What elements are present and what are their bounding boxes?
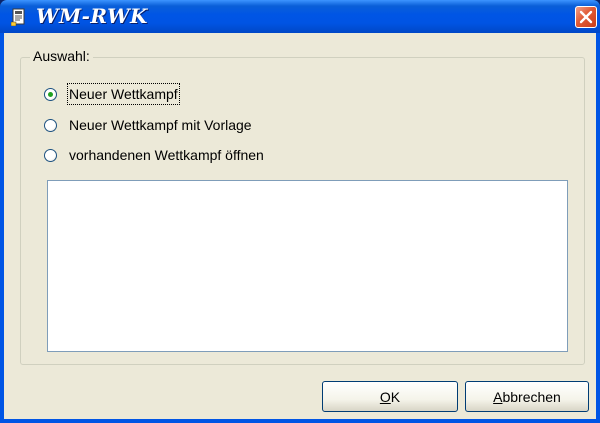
document-icon (11, 8, 25, 26)
radio-label[interactable]: Neuer Wettkampf mit Vorlage (69, 116, 252, 134)
radio-open-existing-competition[interactable]: vorhandenen Wettkampf öffnen (44, 145, 264, 165)
radio-button[interactable] (44, 148, 57, 162)
competition-list[interactable] (47, 180, 568, 352)
group-label: Auswahl: (30, 48, 93, 64)
window-frame-right (596, 33, 600, 423)
radio-label[interactable]: Neuer Wettkampf (67, 83, 180, 105)
window-title: WM-RWK (36, 4, 148, 28)
dialog-window: WM-RWK Auswahl: Neuer Wettkampf Neuer We… (0, 0, 600, 423)
radio-button[interactable] (44, 87, 57, 101)
radio-button[interactable] (44, 118, 57, 132)
radio-new-competition-with-template[interactable]: Neuer Wettkampf mit Vorlage (44, 115, 252, 135)
close-icon (579, 10, 593, 24)
radio-new-competition[interactable]: Neuer Wettkampf (44, 83, 180, 105)
close-button[interactable] (575, 6, 597, 28)
title-bar[interactable]: WM-RWK (0, 0, 600, 33)
radio-selected-dot (48, 91, 53, 97)
radio-label[interactable]: vorhandenen Wettkampf öffnen (69, 146, 264, 164)
cancel-button[interactable]: Abbrechen (465, 381, 589, 412)
ok-mnemonic: O (379, 388, 391, 405)
ok-label: K (390, 388, 401, 405)
cancel-label: bbrechen (502, 388, 561, 405)
window-frame-bottom (0, 419, 600, 423)
ok-button[interactable]: OK (322, 381, 458, 412)
cancel-mnemonic: A (493, 388, 503, 405)
